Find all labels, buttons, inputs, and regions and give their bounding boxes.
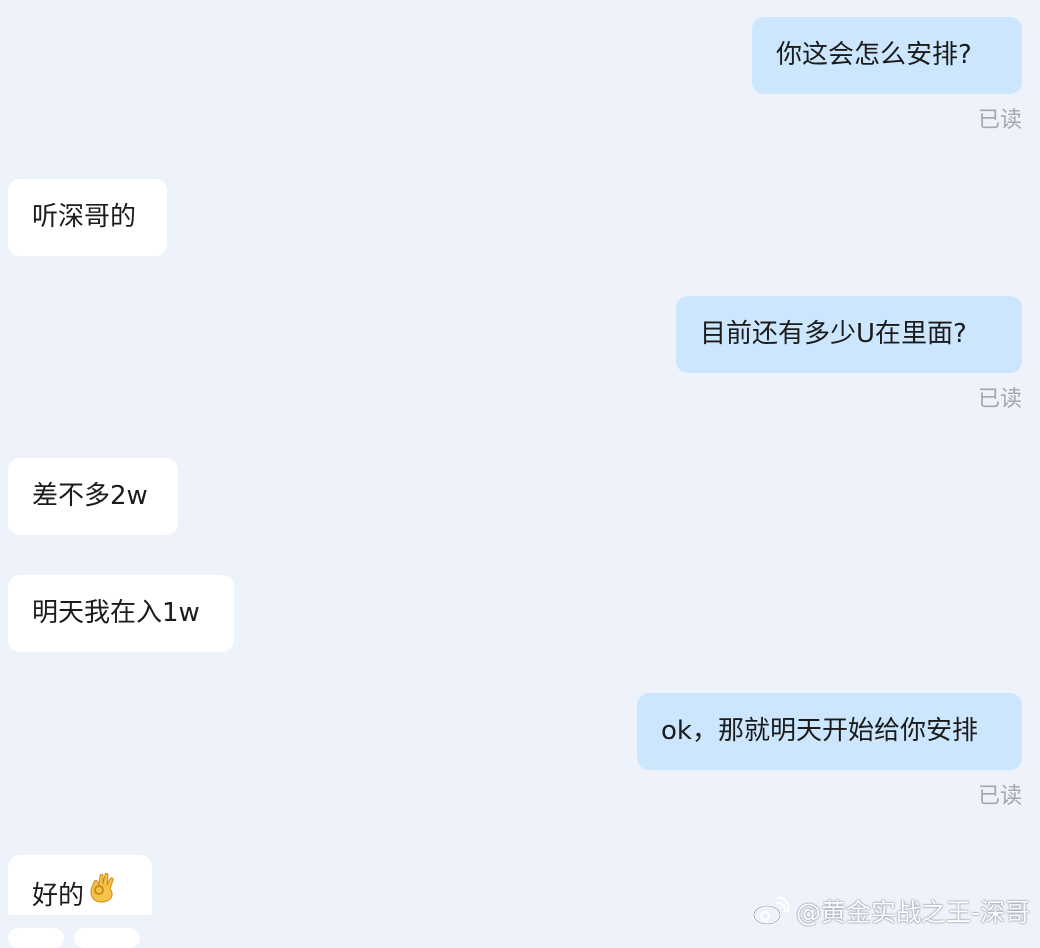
read-receipt: 已读	[977, 108, 1022, 133]
message-text: 你这会怎么安排?	[776, 40, 972, 70]
received-message-bubble[interactable]	[74, 928, 140, 948]
watermark: @黄金实战之王-深哥	[752, 893, 1030, 929]
message-text: ok，那就明天开始给你安排	[661, 716, 978, 746]
message-text: 差不多2w	[32, 481, 148, 511]
read-receipt: 已读	[977, 387, 1022, 412]
sent-message-bubble[interactable]: 目前还有多少U在里面?	[676, 296, 1022, 373]
weibo-icon	[752, 896, 790, 926]
received-message-bubble[interactable]	[8, 928, 64, 948]
sent-message-bubble[interactable]: ok，那就明天开始给你安排	[637, 693, 1022, 770]
message-text: 明天我在入1w	[32, 598, 200, 628]
message-text: 听深哥的	[32, 202, 137, 232]
received-message-bubble[interactable]: 听深哥的	[8, 179, 167, 256]
read-receipt: 已读	[977, 784, 1022, 809]
message-text: 目前还有多少U在里面?	[700, 319, 967, 349]
received-message-bubble[interactable]: 好的	[8, 855, 152, 915]
message-text: 好的	[32, 881, 85, 911]
received-message-bubble[interactable]: 差不多2w	[8, 458, 178, 535]
ok-hand-emoji-icon	[88, 854, 118, 936]
received-message-bubble[interactable]: 明天我在入1w	[8, 575, 234, 652]
watermark-text: @黄金实战之王-深哥	[795, 898, 1030, 927]
sent-message-bubble[interactable]: 你这会怎么安排?	[752, 17, 1022, 94]
